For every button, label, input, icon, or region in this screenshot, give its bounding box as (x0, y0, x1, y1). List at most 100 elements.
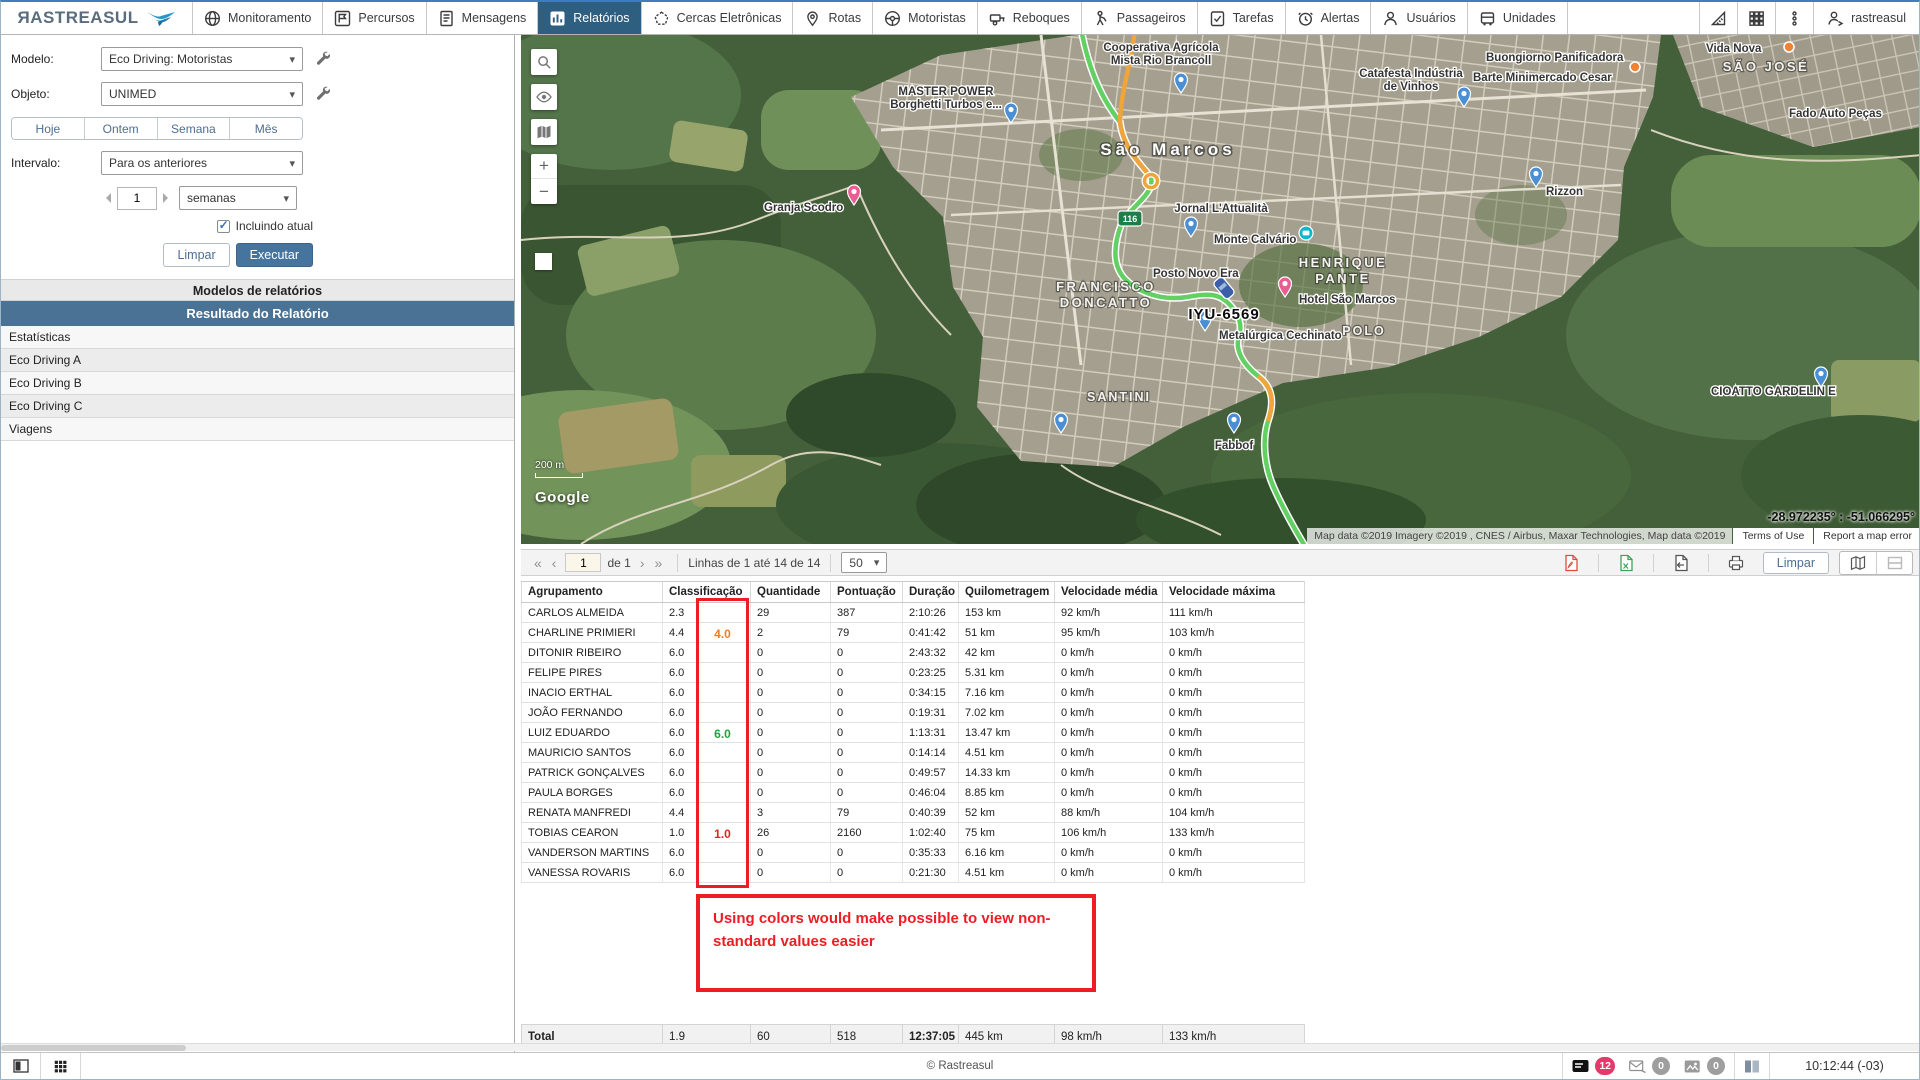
poi-label[interactable]: MASTER POWER (898, 86, 994, 98)
terms-of-use-link[interactable]: Terms of Use (1733, 528, 1813, 544)
export-excel-button[interactable] (1609, 552, 1643, 574)
poi-label[interactable]: Posto Novo Era (1153, 268, 1239, 280)
models-section-header[interactable]: Modelos de relatórios (1, 279, 514, 301)
map-search-button[interactable] (531, 49, 557, 75)
table-row[interactable]: TOBIAS CEARON 1.0 26 2160 1:02:40 75 km … (522, 823, 1305, 843)
poi-label[interactable]: Hotel São Marcos (1299, 294, 1396, 306)
map-visibility-button[interactable] (531, 84, 557, 110)
map-layers-button[interactable] (531, 119, 557, 145)
table-row[interactable]: MAURICIO SANTOS 6.0 0 0 0:14:14 4.51 km … (522, 743, 1305, 763)
table-row[interactable]: VANESSA ROVARIS 6.0 0 0 0:21:30 4.51 km … (522, 863, 1305, 883)
poi-label[interactable]: Fado Auto Peças (1789, 108, 1882, 120)
map-view-toggle[interactable] (1840, 552, 1876, 574)
poi-label[interactable]: Granja Scodro (764, 202, 843, 214)
column-header[interactable]: Velocidade média (1055, 582, 1163, 603)
interval-unit-select[interactable]: semanas (179, 186, 297, 210)
result-list-item[interactable]: Viagens (1, 418, 514, 441)
range-ontem-button[interactable]: Ontem (84, 118, 157, 139)
including-current-checkbox[interactable] (217, 220, 230, 233)
result-list-item[interactable]: Eco Driving B (1, 372, 514, 395)
account-menu[interactable]: rastreasul (1813, 2, 1919, 34)
tab-reboques[interactable]: Reboques (978, 2, 1082, 34)
table-row[interactable]: LUIZ EDUARDO 6.0 0 0 1:13:31 13.47 km 0 … (522, 723, 1305, 743)
objeto-config-button[interactable] (315, 85, 330, 103)
zoom-in-button[interactable]: + (531, 154, 557, 179)
range-mes-button[interactable]: Mês (229, 118, 302, 139)
result-list-item[interactable]: Eco Driving C (1, 395, 514, 418)
export-file-button[interactable] (1664, 552, 1698, 574)
next-page-button[interactable] (635, 555, 650, 571)
bottom-grid-button[interactable] (41, 1053, 81, 1079)
table-row[interactable]: CARLOS ALMEIDA 2.3 29 387 2:10:26 153 km… (522, 603, 1305, 623)
tab-motoristas[interactable]: Motoristas (873, 2, 978, 34)
scrollbar-thumb[interactable] (1, 1045, 186, 1051)
table-row[interactable]: PATRICK GONÇALVES 6.0 0 0 0:49:57 14.33 … (522, 763, 1305, 783)
panel-layout-button[interactable] (1734, 1053, 1769, 1079)
tab-mensagens[interactable]: Mensagens (427, 2, 539, 34)
range-semana-button[interactable]: Semana (157, 118, 230, 139)
notifications-group[interactable]: 12 0 0 (1562, 1053, 1734, 1079)
poi-label[interactable]: Metalúrgica Cechinato (1219, 330, 1342, 342)
poi-label[interactable]: Jornal L'Attualità (1174, 203, 1268, 215)
table-row[interactable]: JOÃO FERNANDO 6.0 0 0 0:19:31 7.02 km 0 … (522, 703, 1305, 723)
last-page-button[interactable] (650, 555, 668, 571)
orange-poi-icon[interactable] (1784, 42, 1794, 52)
table-row[interactable]: VANDERSON MARTINS 6.0 0 0 0:35:33 6.16 k… (522, 843, 1305, 863)
column-header[interactable]: Duração (903, 582, 959, 603)
column-header[interactable]: Velocidade máxima (1163, 582, 1305, 603)
poi-label[interactable]: Rizzon (1546, 186, 1583, 198)
map-selection-box[interactable] (535, 253, 552, 270)
result-list-item[interactable]: Eco Driving A (1, 349, 514, 372)
print-button[interactable] (1719, 552, 1753, 574)
modelo-config-button[interactable] (315, 50, 330, 68)
executar-button[interactable]: Executar (236, 243, 313, 267)
zoom-out-button[interactable]: − (531, 179, 557, 204)
poi-label[interactable]: Vida Nova (1706, 43, 1762, 55)
limpar-button[interactable]: Limpar (163, 243, 229, 267)
toggle-sidebar-button[interactable] (1, 1053, 41, 1079)
poi-label[interactable]: Barte Minimercado Cesar (1473, 72, 1612, 84)
brand-logo[interactable]: RASTREASUL (1, 2, 193, 34)
range-hoje-button[interactable]: Hoje (12, 118, 84, 139)
tab-usuarios[interactable]: Usuários (1371, 2, 1467, 34)
export-pdf-button[interactable] (1554, 552, 1588, 574)
intervalo-select[interactable]: Para os anteriores (101, 151, 303, 175)
objeto-select[interactable]: UNIMED (101, 82, 303, 106)
page-number-input[interactable] (565, 553, 601, 572)
apps-grid-button[interactable] (1737, 2, 1775, 34)
split-view-toggle[interactable] (1876, 552, 1912, 574)
table-row[interactable]: RENATA MANFREDI 4.4 3 79 0:40:39 52 km 8… (522, 803, 1305, 823)
column-header[interactable]: Quilometragem (959, 582, 1055, 603)
column-header[interactable]: Agrupamento (522, 582, 663, 603)
map-container[interactable]: 116 (521, 35, 1920, 544)
decrement-arrow-icon[interactable] (101, 193, 111, 203)
poi-label[interactable]: Cooperativa Agrícola (1103, 42, 1219, 54)
tab-cercas-eletronicas[interactable]: Cercas Eletrônicas (642, 2, 794, 34)
poi-label[interactable]: Fabbof (1215, 440, 1253, 452)
tab-percursos[interactable]: Percursos (323, 2, 426, 34)
result-section-header[interactable]: Resultado do Relatório (1, 301, 514, 326)
table-row[interactable]: DITONIR RIBEIRO 6.0 0 0 2:43:32 42 km 0 … (522, 643, 1305, 663)
measure-tool-button[interactable] (1699, 2, 1737, 34)
tab-monitoramento[interactable]: Monitoramento (193, 2, 323, 34)
orange-poi-icon[interactable] (1630, 62, 1640, 72)
page-size-select[interactable]: 50 (841, 552, 887, 573)
poi-label[interactable]: de Vinhos (1384, 81, 1439, 93)
table-row[interactable]: FELIPE PIRES 6.0 0 0 0:23:25 5.31 km 0 k… (522, 663, 1305, 683)
column-header[interactable]: Pontuação (831, 582, 903, 603)
table-row[interactable]: PAULA BORGES 6.0 0 0 0:46:04 8.85 km 0 k… (522, 783, 1305, 803)
table-row[interactable]: CHARLINE PRIMIERI 4.4 2 79 0:41:42 51 km… (522, 623, 1305, 643)
result-list-item[interactable]: Estatísticas (1, 326, 514, 349)
column-header[interactable]: Quantidade (751, 582, 831, 603)
tab-tarefas[interactable]: Tarefas (1198, 2, 1286, 34)
tab-alertas[interactable]: Alertas (1286, 2, 1372, 34)
poi-label[interactable]: Buongiorno Panificadora (1486, 52, 1624, 64)
poi-label[interactable]: Monte Calvário (1214, 234, 1296, 246)
report-map-error-link[interactable]: Report a map error (1814, 528, 1920, 544)
first-page-button[interactable] (529, 555, 547, 571)
grid-limpar-button[interactable]: Limpar (1763, 552, 1829, 574)
table-row[interactable]: INACIO ERTHAL 6.0 0 0 0:34:15 7.16 km 0 … (522, 683, 1305, 703)
prev-page-button[interactable] (547, 555, 562, 571)
modelo-select[interactable]: Eco Driving: Motoristas (101, 47, 303, 71)
more-menu-button[interactable] (1775, 2, 1813, 34)
